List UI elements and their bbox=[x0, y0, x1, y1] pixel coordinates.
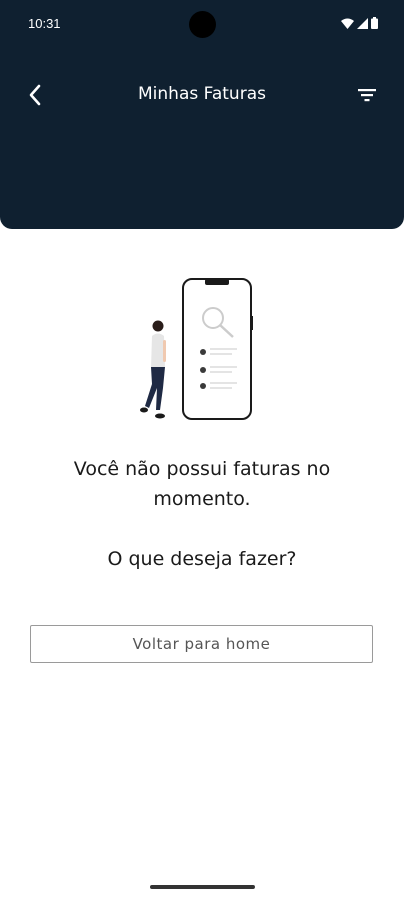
filter-icon bbox=[358, 89, 376, 102]
filter-button[interactable] bbox=[352, 80, 382, 110]
empty-state-illustration bbox=[130, 276, 260, 426]
status-icons bbox=[341, 17, 378, 29]
screen: 10:31 Minhas Faturas Você não possui fat… bbox=[0, 0, 404, 900]
status-bar: 10:31 bbox=[0, 0, 404, 50]
action-question: O que deseja fazer? bbox=[107, 548, 297, 570]
status-time: 10:31 bbox=[28, 16, 61, 31]
wifi-icon bbox=[341, 18, 354, 29]
header: 10:31 Minhas Faturas bbox=[0, 0, 404, 229]
camera-cutout bbox=[189, 11, 216, 38]
battery-icon bbox=[371, 17, 378, 29]
app-bar: Minhas Faturas bbox=[0, 70, 404, 120]
empty-state-message: Você não possui faturas no momento. bbox=[73, 458, 331, 510]
page-title: Minhas Faturas bbox=[138, 84, 266, 104]
gesture-navigation-handle[interactable] bbox=[150, 885, 255, 889]
signal-icon bbox=[357, 17, 368, 29]
back-to-home-button[interactable]: Voltar para home bbox=[30, 625, 373, 663]
